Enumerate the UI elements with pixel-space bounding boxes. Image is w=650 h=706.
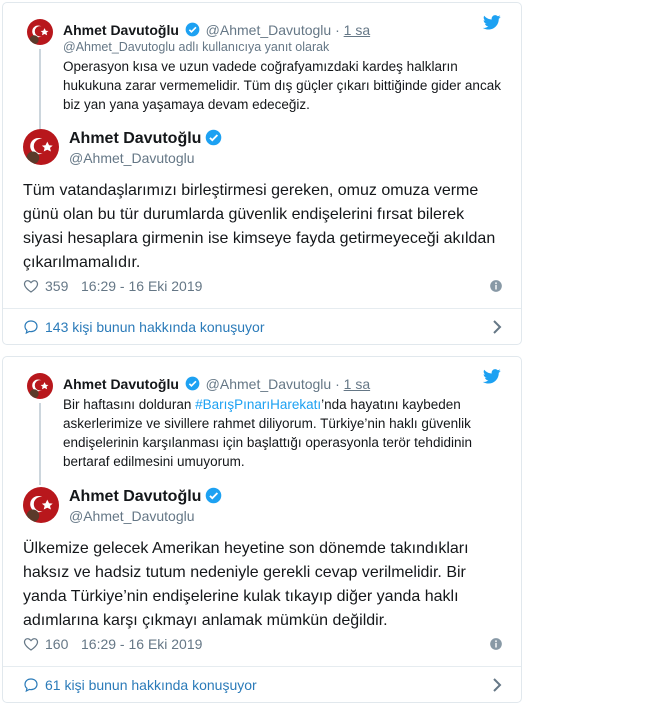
- author-name-text[interactable]: Ahmet Davutoğlu: [69, 130, 201, 147]
- tweet-card[interactable]: Ahmet Davutoğlu @Ahmet_Davutoglu · 1 sa …: [2, 2, 522, 345]
- like-count[interactable]: 359: [45, 278, 68, 294]
- author-name[interactable]: Ahmet Davutoğlu: [63, 22, 179, 38]
- author-name[interactable]: Ahmet Davutoğlu: [63, 376, 179, 392]
- author-handle[interactable]: @Ahmet_Davutoglu: [206, 22, 332, 38]
- chevron-right-icon[interactable]: [491, 677, 503, 693]
- twitter-bird-icon[interactable]: [483, 15, 501, 30]
- info-icon[interactable]: [489, 279, 503, 293]
- parent-header: Ahmet Davutoğlu @Ahmet_Davutoglu · 1 sa: [63, 375, 370, 393]
- tweet-text: Ülkemize gelecek Amerikan heyetine son d…: [23, 540, 469, 629]
- tweet-timestamp[interactable]: 16:29 - 16 Eki 2019: [81, 636, 202, 652]
- conversation-link[interactable]: 143 kişi bunun hakkında konuşuyor: [23, 317, 507, 339]
- tweet-meta: 359 16:29 - 16 Eki 2019: [23, 277, 503, 297]
- avatar[interactable]: [23, 129, 59, 165]
- verified-badge-icon: [206, 129, 222, 146]
- heart-icon[interactable]: [23, 278, 39, 294]
- parent-tweet-text: Operasyon kısa ve uzun vadede coğrafyamı…: [63, 59, 501, 112]
- hashtag-link[interactable]: #BarışPınarıHarekatı: [195, 397, 321, 412]
- avatar[interactable]: [27, 373, 53, 399]
- thread-line: [39, 403, 41, 485]
- tweet-card[interactable]: Ahmet Davutoğlu @Ahmet_Davutoglu · 1 sa …: [2, 356, 522, 703]
- author-handle[interactable]: @Ahmet_Davutoglu: [69, 150, 195, 166]
- heart-icon[interactable]: [23, 636, 39, 652]
- info-icon[interactable]: [489, 637, 503, 651]
- thread-line: [39, 49, 41, 131]
- tweet-time-link[interactable]: 1 sa: [344, 22, 370, 38]
- parent-tweet-text: Bir haftasını dolduran #BarışPınarıHarek…: [63, 395, 503, 471]
- tweet-timestamp[interactable]: 16:29 - 16 Eki 2019: [81, 278, 202, 294]
- twitter-bird-icon[interactable]: [483, 369, 501, 384]
- divider: [3, 666, 521, 667]
- conversation-count[interactable]: 143 kişi bunun hakkında konuşuyor: [45, 319, 264, 335]
- verified-badge-icon: [185, 22, 200, 37]
- conversation-count[interactable]: 61 kişi bunun hakkında konuşuyor: [45, 677, 257, 693]
- text-segment: Bir haftasını dolduran: [63, 397, 196, 412]
- reply-context[interactable]: @Ahmet_Davutoglu adlı kullanıcıya yanıt …: [63, 40, 329, 54]
- tweet-meta: 160 16:29 - 16 Eki 2019: [23, 635, 503, 655]
- divider: [3, 308, 521, 309]
- author-handle[interactable]: @Ahmet_Davutoglu: [206, 376, 332, 392]
- conversation-link[interactable]: 61 kişi bunun hakkında konuşuyor: [23, 675, 507, 697]
- chevron-right-icon[interactable]: [491, 319, 503, 335]
- avatar[interactable]: [27, 19, 53, 45]
- author-handle[interactable]: @Ahmet_Davutoglu: [69, 508, 195, 524]
- verified-badge-icon: [206, 487, 222, 504]
- like-count[interactable]: 160: [45, 636, 68, 652]
- parent-header: Ahmet Davutoğlu @Ahmet_Davutoglu · 1 sa: [63, 21, 370, 39]
- verified-badge-icon: [185, 376, 200, 391]
- author-name-text[interactable]: Ahmet Davutoğlu: [69, 488, 201, 505]
- separator-dot: ·: [335, 376, 340, 392]
- avatar[interactable]: [23, 487, 59, 523]
- speech-bubble-icon: [24, 320, 38, 335]
- tweet-time-link[interactable]: 1 sa: [344, 376, 370, 392]
- tweet-text: Tüm vatandaşlarımızı birleştirmesi gerek…: [23, 182, 496, 271]
- separator-dot: ·: [335, 22, 340, 38]
- author-name[interactable]: Ahmet Davutoğlu: [69, 487, 224, 507]
- author-name[interactable]: Ahmet Davutoğlu: [69, 129, 224, 149]
- speech-bubble-icon: [24, 678, 38, 693]
